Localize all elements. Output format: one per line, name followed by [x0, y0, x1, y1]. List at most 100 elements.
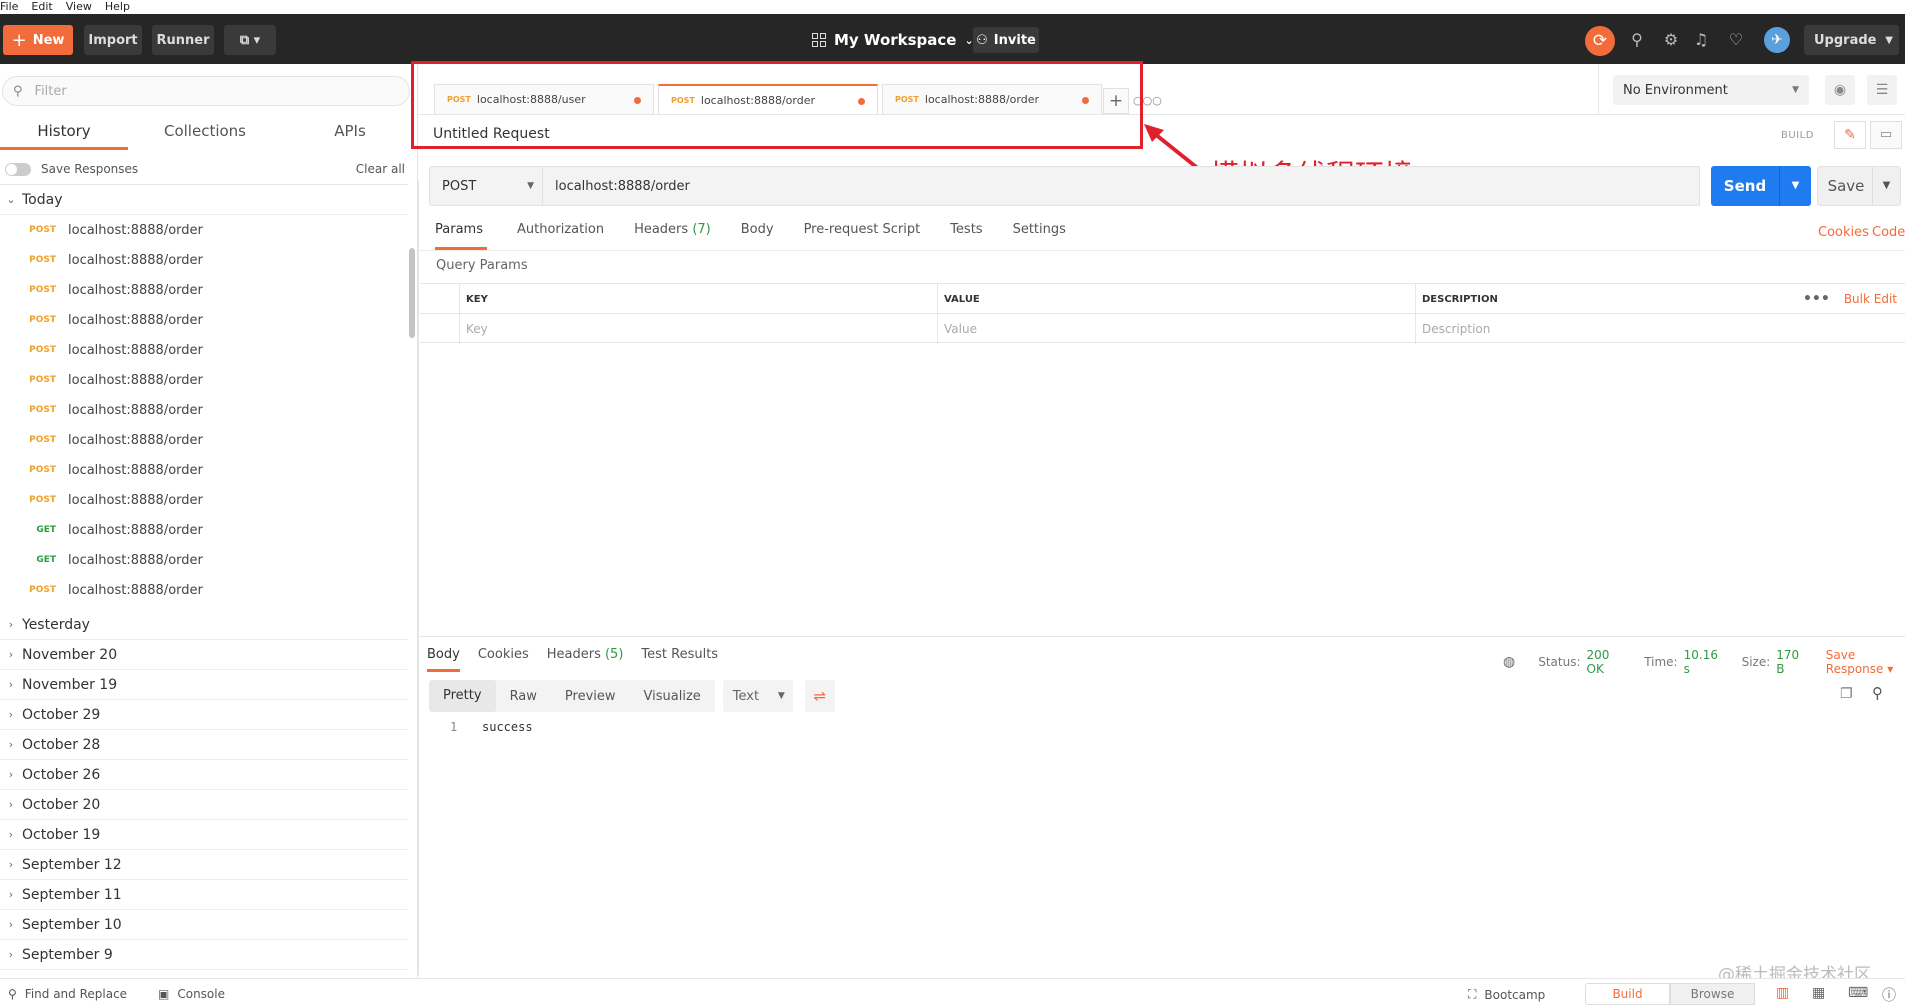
search-icon[interactable]: ⚲	[1872, 684, 1883, 702]
history-group[interactable]: › September 9	[0, 940, 408, 970]
request-name[interactable]: Untitled Request	[433, 126, 550, 142]
save-button[interactable]: Save ▼	[1817, 166, 1901, 206]
layout-icon[interactable]: ▦	[1812, 985, 1825, 1001]
history-item[interactable]: POST localhost:8888/order	[0, 575, 408, 605]
eye-icon[interactable]: ◉	[1825, 75, 1855, 105]
find-replace-button[interactable]: ⚲ Find and Replace	[8, 987, 127, 1001]
history-item[interactable]: POST localhost:8888/order	[0, 245, 408, 275]
format-raw[interactable]: Raw	[496, 689, 551, 704]
tab-prerequest-script[interactable]: Pre-request Script	[804, 222, 921, 250]
runner-button[interactable]: Runner	[152, 25, 214, 55]
history-group[interactable]: › October 28	[0, 730, 408, 760]
history-item[interactable]: GET localhost:8888/order	[0, 515, 408, 545]
history-group[interactable]: › Yesterday	[0, 610, 408, 640]
history-group[interactable]: › November 19	[0, 670, 408, 700]
response-tab-cookies[interactable]: Cookies	[478, 647, 529, 672]
help-icon[interactable]: ⓘ	[1882, 985, 1896, 1005]
upgrade-button[interactable]: Upgrade ▼	[1804, 25, 1899, 55]
method-select[interactable]: POST ▼	[429, 166, 543, 206]
tab-collections[interactable]: Collections	[150, 116, 260, 150]
bulk-edit-button[interactable]: Bulk Edit	[1844, 292, 1897, 306]
history-item[interactable]: POST localhost:8888/order	[0, 485, 408, 515]
history-item[interactable]: GET localhost:8888/order	[0, 545, 408, 575]
response-tab-body[interactable]: Body	[427, 647, 460, 672]
format-visualize[interactable]: Visualize	[630, 689, 715, 704]
save-response-button[interactable]: Save Response ▾	[1826, 648, 1905, 676]
filter-input[interactable]: ⚲ Filter	[2, 76, 410, 106]
history-item[interactable]: POST localhost:8888/order	[0, 455, 408, 485]
history-item[interactable]: POST localhost:8888/order	[0, 365, 408, 395]
history-item[interactable]: POST localhost:8888/order	[0, 215, 408, 245]
more-tabs-icon[interactable]: ○○○	[1133, 88, 1162, 114]
menu-file[interactable]: File	[0, 0, 18, 14]
history-item[interactable]: POST localhost:8888/order	[0, 395, 408, 425]
satellite-icon[interactable]: ⚲	[1625, 28, 1649, 52]
new-button[interactable]: + New	[3, 25, 73, 55]
history-item[interactable]: POST localhost:8888/order	[0, 275, 408, 305]
heart-icon[interactable]: ♡	[1724, 28, 1748, 52]
environment-select[interactable]: No Environment ▼	[1613, 75, 1809, 105]
send-button[interactable]: Send ▼	[1711, 166, 1811, 206]
history-group[interactable]: › October 26	[0, 760, 408, 790]
pane-splitter[interactable]	[418, 636, 1905, 637]
bell-icon[interactable]: ♫	[1689, 28, 1713, 52]
console-button[interactable]: ▣ Console	[158, 987, 225, 1001]
history-group[interactable]: › November 20	[0, 640, 408, 670]
url-input[interactable]: localhost:8888/order	[543, 166, 1700, 206]
globe-icon[interactable]: ◍	[1503, 654, 1515, 670]
send-options-caret-icon[interactable]: ▼	[1779, 166, 1811, 206]
response-tab-test-results[interactable]: Test Results	[641, 647, 718, 672]
cookies-link[interactable]: Cookies	[1818, 225, 1869, 240]
menu-help[interactable]: Help	[105, 0, 130, 14]
format-preview[interactable]: Preview	[551, 689, 630, 704]
workspace-selector[interactable]: My Workspace ⌄	[812, 28, 974, 52]
avatar[interactable]: ✈	[1764, 27, 1790, 53]
tab-headers[interactable]: Headers (7)	[634, 222, 711, 250]
request-tab[interactable]: POST localhost:8888/order	[882, 84, 1102, 114]
history-item[interactable]: POST localhost:8888/order	[0, 305, 408, 335]
bootcamp-button[interactable]: ⛶ Bootcamp	[1468, 987, 1545, 1002]
clear-all-button[interactable]: Clear all	[356, 162, 405, 176]
history-item[interactable]: POST localhost:8888/order	[0, 335, 408, 365]
new-window-button[interactable]: ⧉ ▾	[224, 25, 276, 55]
description-input[interactable]: Description	[1416, 314, 1796, 344]
code-link[interactable]: Code	[1872, 225, 1905, 240]
history-group[interactable]: › September 11	[0, 880, 408, 910]
keyboard-icon[interactable]: ⌨	[1848, 985, 1868, 1001]
invite-button[interactable]: ⚇ Invite	[973, 27, 1039, 53]
response-type-select[interactable]: Text ▼	[722, 680, 793, 712]
key-input[interactable]: Key	[460, 314, 938, 344]
response-tab-headers[interactable]: Headers (5)	[547, 647, 624, 672]
import-button[interactable]: Import	[84, 25, 142, 55]
response-body[interactable]: 1 success	[450, 720, 533, 734]
tab-settings[interactable]: Settings	[1013, 222, 1066, 250]
copy-icon[interactable]: ❐	[1840, 686, 1853, 702]
history-group[interactable]: › October 29	[0, 700, 408, 730]
tab-tests[interactable]: Tests	[950, 222, 982, 250]
tab-params[interactable]: Params	[435, 222, 487, 250]
gear-icon[interactable]: ⚙	[1659, 28, 1683, 52]
two-pane-icon[interactable]: ▥	[1776, 985, 1789, 1001]
value-input[interactable]: Value	[938, 314, 1416, 344]
menu-edit[interactable]: Edit	[31, 0, 52, 14]
history-group[interactable]: › September 12	[0, 850, 408, 880]
request-tab-active[interactable]: POST localhost:8888/order	[658, 84, 878, 114]
history-item[interactable]: POST localhost:8888/order	[0, 425, 408, 455]
save-options-caret-icon[interactable]: ▼	[1872, 167, 1900, 205]
menu-view[interactable]: View	[66, 0, 92, 14]
build-mode-button[interactable]: Build	[1585, 983, 1670, 1005]
add-tab-icon[interactable]: +	[1103, 88, 1129, 114]
history-group-today[interactable]: ⌄ Today	[0, 185, 408, 215]
save-responses-toggle[interactable]	[5, 162, 31, 176]
pencil-icon[interactable]: ✎	[1834, 121, 1866, 149]
sidebar-scrollbar[interactable]	[408, 184, 416, 964]
history-group[interactable]: › September 10	[0, 910, 408, 940]
tab-apis[interactable]: APIs	[320, 116, 380, 150]
comment-icon[interactable]: ▭	[1870, 121, 1902, 149]
tab-authorization[interactable]: Authorization	[517, 222, 604, 250]
sync-icon[interactable]: ⟳	[1585, 26, 1615, 56]
request-tab[interactable]: POST localhost:8888/user	[434, 84, 654, 114]
tab-history[interactable]: History	[0, 116, 128, 150]
format-pretty[interactable]: Pretty	[429, 680, 496, 712]
history-group[interactable]: › October 20	[0, 790, 408, 820]
